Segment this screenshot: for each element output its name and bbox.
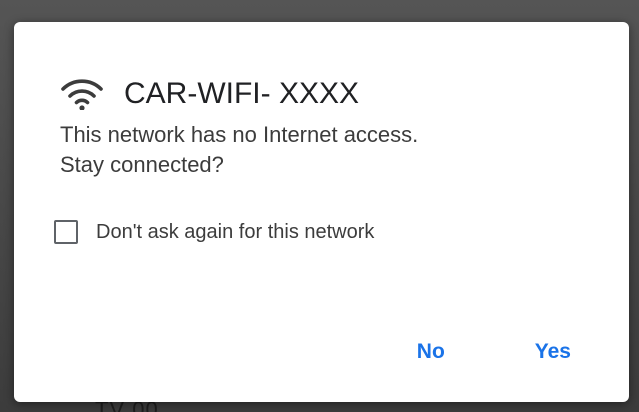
dialog-header: CAR-WIFI- XXXX [60, 74, 359, 114]
message-line-1: This network has no Internet access. [60, 122, 419, 147]
no-button[interactable]: No [409, 336, 453, 368]
dont-ask-again-label[interactable]: Don't ask again for this network [96, 221, 374, 244]
yes-button[interactable]: Yes [527, 336, 579, 368]
wifi-icon [61, 79, 103, 110]
dialog-message: This network has no Internet access. Sta… [60, 120, 600, 180]
network-dialog: CAR-WIFI- XXXX This network has no Inter… [14, 22, 629, 402]
message-line-2: Stay connected? [60, 152, 224, 177]
dialog-title: CAR-WIFI- XXXX [124, 77, 360, 110]
dont-ask-again-option[interactable]: Don't ask again for this network [54, 220, 374, 244]
dont-ask-again-checkbox[interactable] [54, 220, 78, 244]
dialog-actions: No Yes [335, 336, 579, 368]
